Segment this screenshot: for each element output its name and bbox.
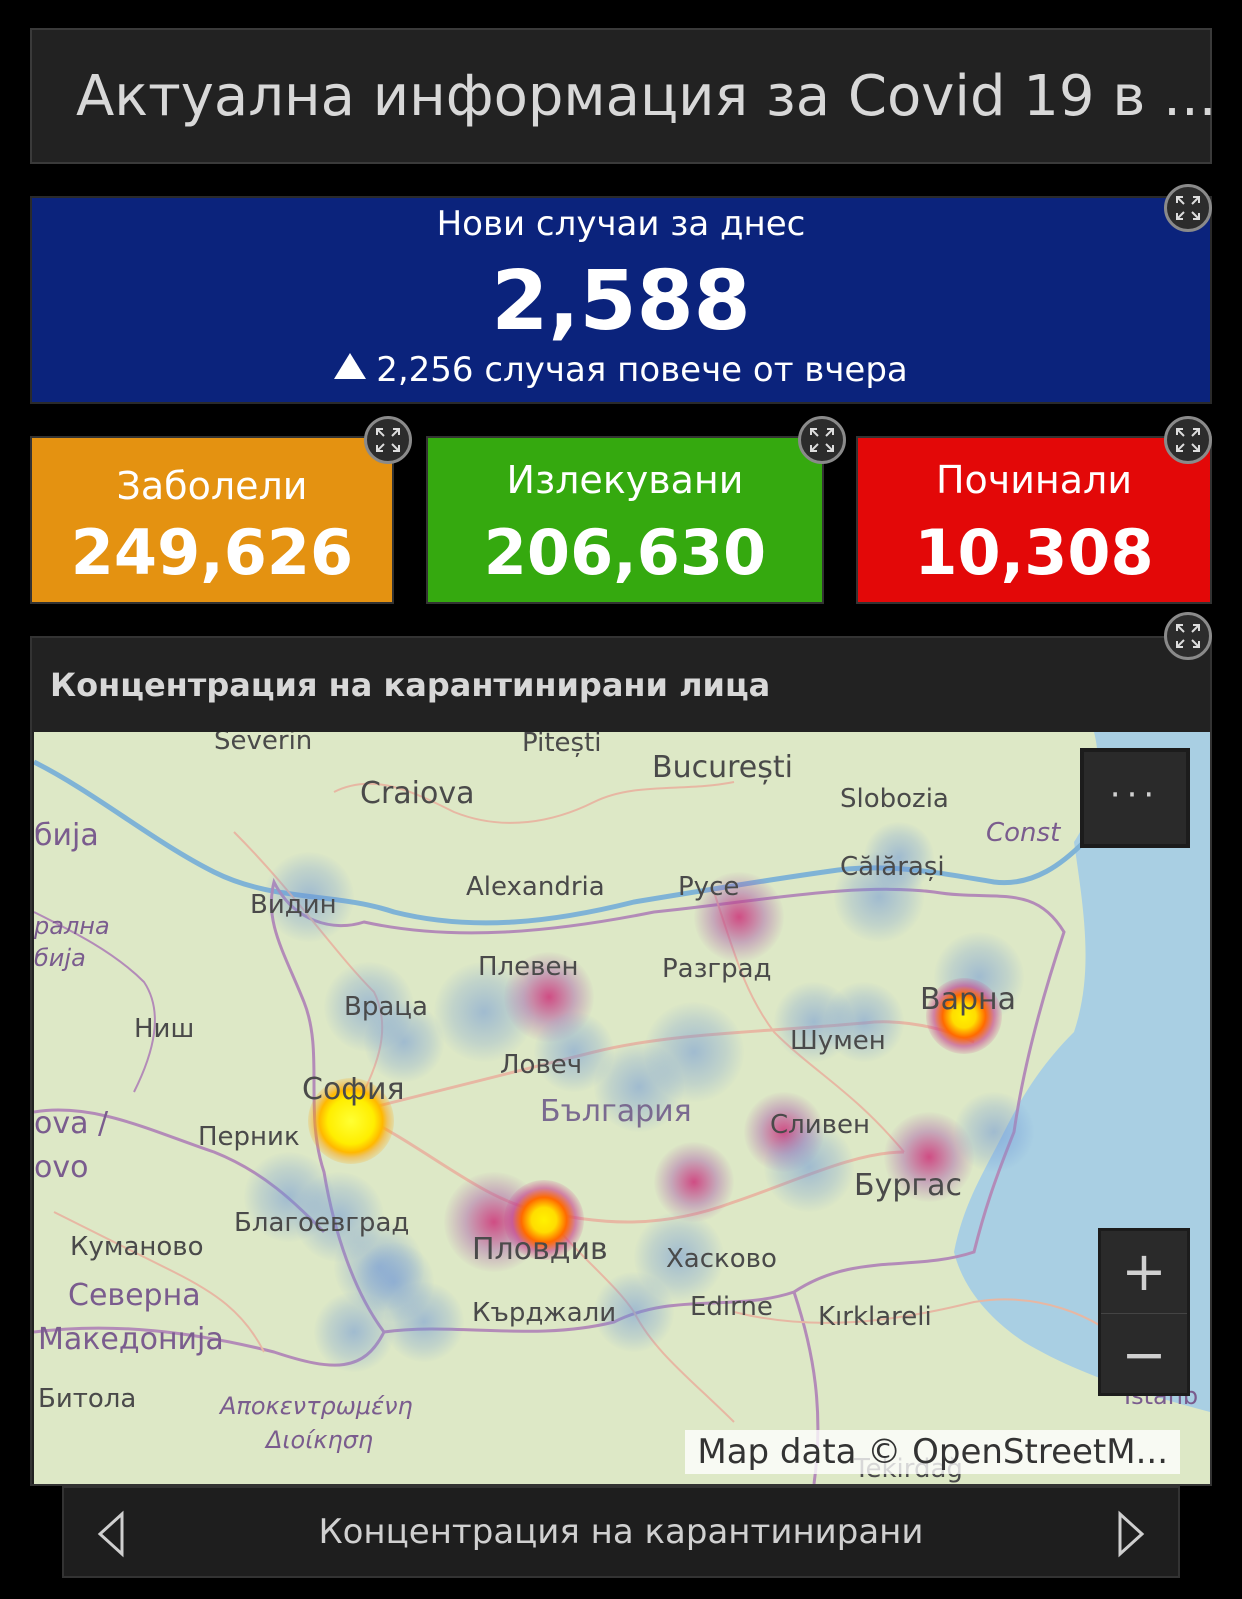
expand-icon[interactable] <box>364 416 412 464</box>
map-label-kosova: ova / <box>34 1106 109 1141</box>
map-label-srbija2: бија <box>34 944 86 972</box>
map-label-varna: Варна <box>920 982 1017 1017</box>
map-label-bulgaria: България <box>540 1094 692 1129</box>
recovered-panel: Излекувани 206,630 <box>426 436 824 604</box>
map-label-edirne: Edirne <box>690 1292 773 1322</box>
map-view[interactable]: Severin Pitești București Craiova Sloboz… <box>34 732 1210 1484</box>
expand-icon[interactable] <box>798 416 846 464</box>
map-label-calarasi: Călărași <box>840 852 945 882</box>
more-options-button[interactable]: ··· <box>1080 748 1190 848</box>
carousel-caption: Концентрация на карантинирани <box>318 1512 924 1552</box>
map-label-shumen: Шумен <box>790 1026 886 1056</box>
map-label-vidin: Видин <box>250 890 337 920</box>
new-cases-panel: Нови случаи за днес 2,588 2,256 случая п… <box>30 196 1212 404</box>
map-label-blagoevgrad: Благоевград <box>234 1208 410 1238</box>
map-label-bucuresti: București <box>652 750 793 785</box>
heat-spot <box>384 1282 464 1362</box>
map-label-ovo: ovo <box>34 1150 89 1185</box>
map-label-plovdiv: Пловдив <box>472 1232 608 1267</box>
expand-icon[interactable] <box>1164 612 1212 660</box>
deaths-panel: Починали 10,308 <box>856 436 1212 604</box>
dashboard-title: Актуална информация за Covid 19 в ... <box>76 64 1217 129</box>
map-attribution[interactable]: Map data © OpenStreetM... <box>685 1430 1180 1474</box>
heat-spot <box>954 1092 1034 1172</box>
new-cases-label: Нови случаи за днес <box>436 204 806 244</box>
deaths-label: Починали <box>935 458 1133 502</box>
map-card: Концентрация на карантинирани лица Sever… <box>30 636 1212 1486</box>
expand-icon[interactable] <box>1164 416 1212 464</box>
chevron-right-icon[interactable] <box>1110 1510 1150 1558</box>
map-label-kardzhali: Кърджали <box>472 1298 617 1328</box>
zoom-out-button[interactable]: − <box>1101 1313 1187 1396</box>
heat-spot <box>314 1292 394 1372</box>
map-label-ruse: Русе <box>678 872 740 902</box>
map-label-kirklareli: Kırklareli <box>818 1302 932 1332</box>
map-label-sofia: София <box>302 1072 405 1107</box>
map-label-makedonija: Македонија <box>38 1322 224 1357</box>
map-label-severna: Северна <box>68 1278 201 1313</box>
confirmed-label: Заболели <box>116 464 308 508</box>
expand-icon[interactable] <box>1164 184 1212 232</box>
map-label-pitesti: Pitești <box>522 732 602 758</box>
zoom-in-button[interactable]: + <box>1101 1231 1187 1313</box>
map-label-apokentr: Αποκεντρωμένη <box>220 1392 413 1420</box>
zoom-control: + − <box>1098 1228 1190 1396</box>
map-label-vratsa: Враца <box>344 992 428 1022</box>
map-label-sliven: Сливен <box>770 1110 870 1140</box>
recovered-value: 206,630 <box>483 516 767 589</box>
new-cases-delta-text: 2,256 случая повече от вчера <box>376 350 908 390</box>
triangle-up-icon <box>334 353 367 379</box>
map-label-pernik: Перник <box>198 1122 300 1152</box>
map-label-severin: Severin <box>214 732 313 756</box>
map-title: Концентрация на карантинирани лица <box>50 666 771 704</box>
map-label-burgas: Бургас <box>854 1168 963 1203</box>
heat-spot <box>654 1142 734 1222</box>
recovered-label: Излекувани <box>506 458 744 502</box>
map-label-alexandria: Alexandria <box>466 872 605 902</box>
map-label-bitola: Битола <box>38 1384 137 1414</box>
map-label-haskovo: Хасково <box>666 1244 777 1274</box>
map-label-srbija: бија <box>34 818 99 853</box>
dashboard-title-bar: Актуална информация за Covid 19 в ... <box>30 28 1217 164</box>
map-carousel: Концентрация на карантинирани <box>62 1486 1180 1578</box>
map-label-slobozia: Slobozia <box>840 784 949 814</box>
map-label-dioikisi: Διοίκηση <box>266 1426 374 1454</box>
map-label-craiova: Craiova <box>360 776 475 811</box>
map-label-centralna: ралнa <box>34 912 110 940</box>
map-label-razgrad: Разград <box>662 954 772 984</box>
deaths-value: 10,308 <box>914 516 1154 589</box>
confirmed-panel: Заболели 249,626 <box>30 436 394 604</box>
map-label-nish: Ниш <box>134 1014 195 1044</box>
map-label-const: Const <box>986 818 1061 848</box>
new-cases-delta: 2,256 случая повече от вчера <box>32 350 1210 390</box>
new-cases-value: 2,588 <box>491 254 751 349</box>
map-label-pleven: Плевен <box>478 952 579 982</box>
confirmed-value: 249,626 <box>70 516 354 589</box>
map-label-kumanovo: Куманово <box>70 1232 204 1262</box>
map-label-lovech: Ловеч <box>500 1050 583 1080</box>
